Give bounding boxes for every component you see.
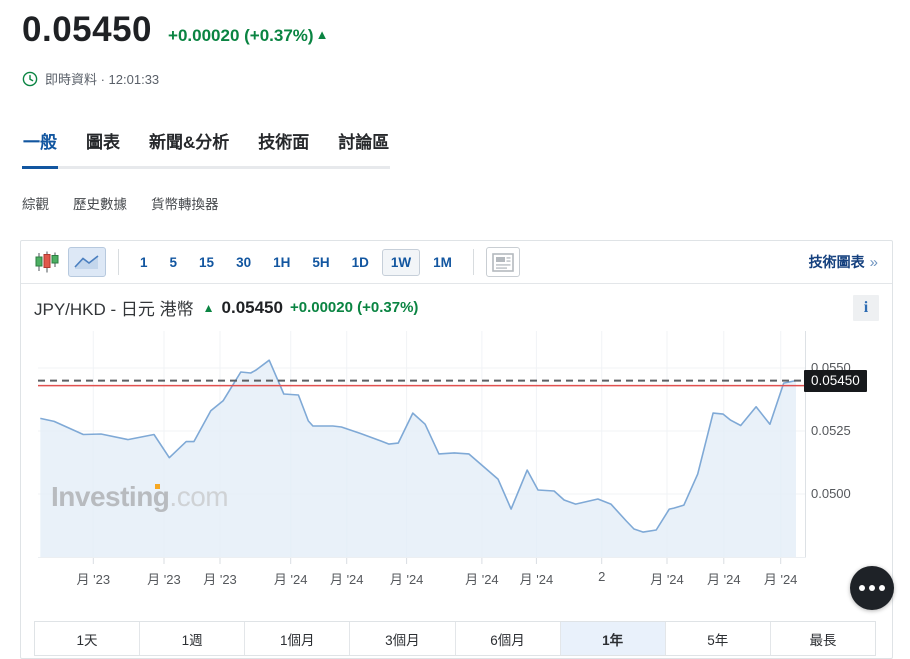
subtab-overview[interactable]: 綜觀: [22, 193, 49, 213]
watermark-bold: Investing: [51, 481, 169, 512]
chart-toolbar: 1 5 15 30 1H 5H 1D 1W 1M: [21, 241, 892, 284]
x-axis-label: 月 '24: [520, 569, 554, 588]
x-axis-label: 月 '23: [203, 569, 237, 588]
chart-region: 0.05500.05250.0500 月 '23月 '23月 '23月 '24月…: [21, 331, 892, 589]
tab-news-analysis[interactable]: 新聞&分析: [148, 128, 230, 166]
watermark-orange-dot: [155, 484, 160, 489]
last-price: 0.05450: [22, 10, 152, 50]
interval-5h[interactable]: 5H: [303, 249, 338, 276]
tab-discussion[interactable]: 討論區: [337, 128, 390, 166]
interval-1d[interactable]: 1D: [343, 249, 378, 276]
double-chevron-icon: »: [870, 254, 878, 271]
more-options-button[interactable]: [850, 566, 894, 610]
instrument-name: JPY/HKD - 日元 港幣: [34, 295, 194, 320]
realtime-status: 即時資料 · 12:01:33: [45, 69, 159, 88]
range-6months[interactable]: 6個月: [455, 622, 560, 655]
interval-1m[interactable]: 1M: [424, 249, 461, 276]
x-axis-label: 月 '24: [274, 569, 308, 588]
interval-buttons: 1 5 15 30 1H 5H 1D 1W 1M: [131, 249, 461, 276]
up-arrow-icon: ▲: [203, 301, 215, 315]
interval-1h[interactable]: 1H: [264, 249, 299, 276]
x-axis-label: 月 '24: [764, 569, 798, 588]
x-axis-label: 月 '24: [390, 569, 424, 588]
chart-widget: 1 5 15 30 1H 5H 1D 1W 1M: [20, 240, 893, 659]
subtab-historical-data[interactable]: 歷史數據: [73, 193, 127, 213]
candlestick-chart-icon[interactable]: [34, 249, 60, 275]
news-layout-icon[interactable]: [486, 247, 520, 277]
price-area-chart[interactable]: [38, 331, 806, 565]
instrument-change: +0.00020 (+0.37%): [290, 299, 418, 316]
chart-title-row: JPY/HKD - 日元 港幣 ▲ 0.05450 +0.00020 (+0.3…: [21, 284, 892, 331]
tab-chart[interactable]: 圖表: [85, 128, 121, 166]
x-axis-label: 月 '24: [465, 569, 499, 588]
range-selector: 1天 1週 1個月 3個月 6個月 1年 5年 最長: [34, 621, 876, 656]
tab-technical[interactable]: 技術面: [257, 128, 310, 166]
interval-5[interactable]: 5: [161, 249, 187, 276]
range-1year[interactable]: 1年: [560, 622, 665, 655]
quote-header: 0.05450 +0.00020 (+0.37%)▲ 即時資料 · 12:01:…: [0, 0, 910, 88]
x-axis-label: 月 '23: [77, 569, 111, 588]
clock-icon: [22, 71, 38, 87]
info-icon[interactable]: i: [853, 295, 879, 321]
main-tabs: 一般 圖表 新聞&分析 技術面 討論區: [22, 128, 390, 169]
range-3months[interactable]: 3個月: [349, 622, 454, 655]
instrument-price: 0.05450: [222, 298, 283, 318]
range-1month[interactable]: 1個月: [244, 622, 349, 655]
range-1week[interactable]: 1週: [139, 622, 244, 655]
up-triangle-icon: ▲: [316, 27, 329, 42]
price-row: 0.05450 +0.00020 (+0.37%)▲: [22, 10, 910, 50]
x-axis-label: 月 '23: [147, 569, 181, 588]
technical-chart-label: 技術圖表: [809, 252, 865, 272]
dot-icon: [879, 585, 885, 591]
price-change-text: +0.00020 (+0.37%): [168, 26, 314, 45]
sub-tabs: 綜觀 歷史數據 貨幣轉換器: [22, 193, 910, 213]
interval-15[interactable]: 15: [190, 249, 223, 276]
subtab-currency-converter[interactable]: 貨幣轉換器: [151, 193, 219, 213]
x-axis-label: 月 '24: [330, 569, 364, 588]
interval-1[interactable]: 1: [131, 249, 157, 276]
dot-icon: [869, 585, 875, 591]
x-axis-label: 2: [598, 569, 605, 584]
range-1day[interactable]: 1天: [35, 622, 139, 655]
line-chart-icon[interactable]: [68, 247, 106, 277]
y-axis-label: 0.0525: [811, 423, 851, 438]
x-axis-label: 月 '24: [650, 569, 684, 588]
instrument-page: 0.05450 +0.00020 (+0.37%)▲ 即時資料 · 12:01:…: [0, 0, 910, 659]
price-change: +0.00020 (+0.37%)▲: [168, 26, 328, 46]
watermark-light: .com: [169, 481, 228, 512]
tab-general[interactable]: 一般: [22, 128, 58, 169]
range-5years[interactable]: 5年: [665, 622, 770, 655]
range-max[interactable]: 最長: [770, 622, 875, 655]
investing-watermark: Investing.com: [51, 481, 228, 513]
toolbar-divider: [118, 249, 119, 275]
toolbar-divider: [473, 249, 474, 275]
dot-icon: [859, 585, 865, 591]
current-price-tag: 0.05450: [804, 370, 867, 392]
interval-30[interactable]: 30: [227, 249, 260, 276]
x-axis-label: 月 '24: [707, 569, 741, 588]
technical-chart-link[interactable]: 技術圖表 »: [809, 252, 878, 272]
interval-1w[interactable]: 1W: [382, 249, 420, 276]
y-axis-label: 0.0500: [811, 486, 851, 501]
status-row: 即時資料 · 12:01:33: [22, 69, 910, 88]
